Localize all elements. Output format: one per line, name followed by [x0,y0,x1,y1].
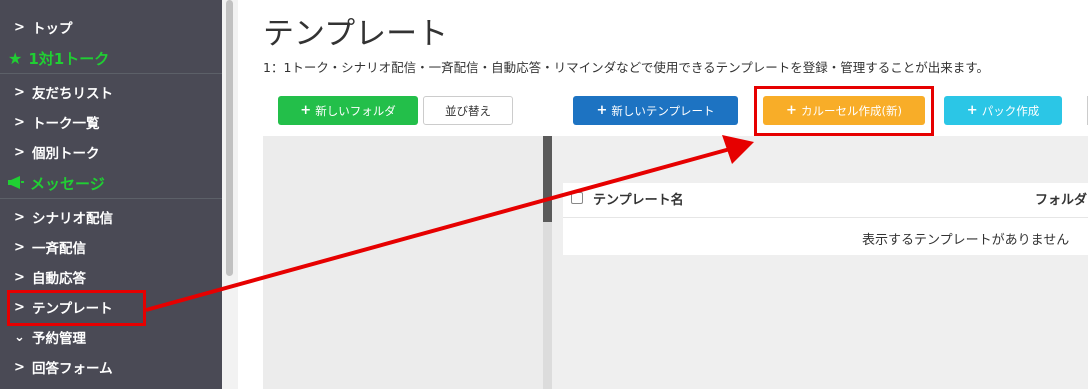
annotation-arrow [145,135,754,312]
